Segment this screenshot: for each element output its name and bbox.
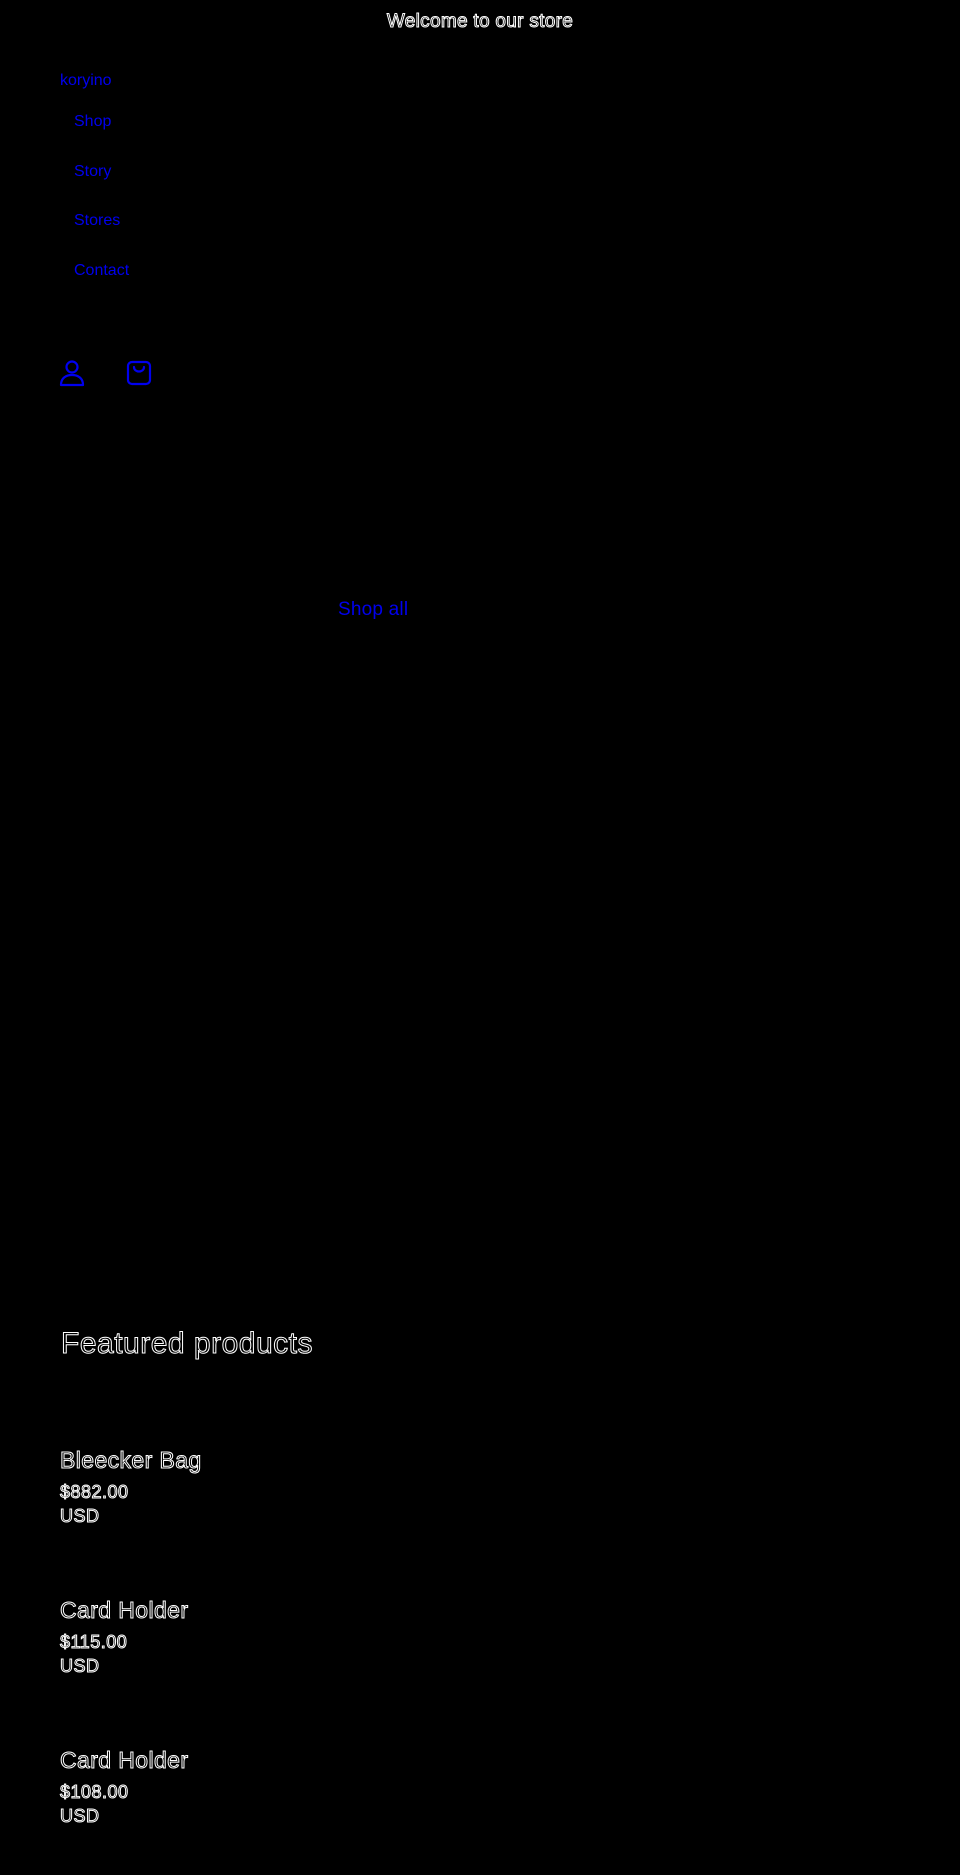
- price-amount: $115.00: [60, 1632, 128, 1653]
- announcement-text: Welcome to our store: [386, 11, 574, 33]
- product-card[interactable]: Card Holder $108.00 USD: [60, 1746, 460, 1828]
- nav-item-shop: Shop: [74, 110, 129, 160]
- product-title[interactable]: Card Holder: [60, 1746, 460, 1774]
- nav-link-story[interactable]: Story: [74, 160, 111, 184]
- featured-products-title: Featured products: [61, 1327, 313, 1361]
- product-price: $108.00 USD: [60, 1780, 460, 1828]
- price-currency: USD: [60, 1806, 100, 1827]
- nav-item-contact: Contact: [74, 259, 129, 309]
- nav-item-story: Story: [74, 160, 129, 210]
- nav-link-contact[interactable]: Contact: [74, 259, 129, 283]
- main-nav: Shop Story Stores Contact: [74, 110, 129, 308]
- product-title[interactable]: Card Holder: [60, 1596, 460, 1624]
- announcement-bar: Welcome to our store: [0, 11, 960, 33]
- product-title[interactable]: Bleecker Bag: [60, 1446, 460, 1474]
- price-amount: $108.00: [60, 1782, 129, 1803]
- product-price: $882.00 USD: [60, 1480, 460, 1528]
- nav-link-shop[interactable]: Shop: [74, 110, 111, 134]
- nav-link-stores[interactable]: Stores: [74, 209, 120, 233]
- account-icon: [59, 360, 85, 387]
- shop-all-button[interactable]: Shop all: [338, 599, 408, 621]
- cart-button[interactable]: [125, 358, 153, 388]
- product-price: $115.00 USD: [60, 1630, 460, 1678]
- price-currency: USD: [60, 1506, 100, 1527]
- price-amount: $882.00: [60, 1482, 129, 1503]
- nav-item-stores: Stores: [74, 209, 129, 259]
- account-button[interactable]: [58, 358, 86, 388]
- price-currency: USD: [60, 1656, 100, 1677]
- brand-logo-link[interactable]: koryino: [60, 72, 112, 90]
- product-card[interactable]: Bleecker Bag $882.00 USD: [60, 1446, 460, 1528]
- cart-icon: [126, 360, 152, 386]
- product-card[interactable]: Card Holder $115.00 USD: [60, 1596, 460, 1678]
